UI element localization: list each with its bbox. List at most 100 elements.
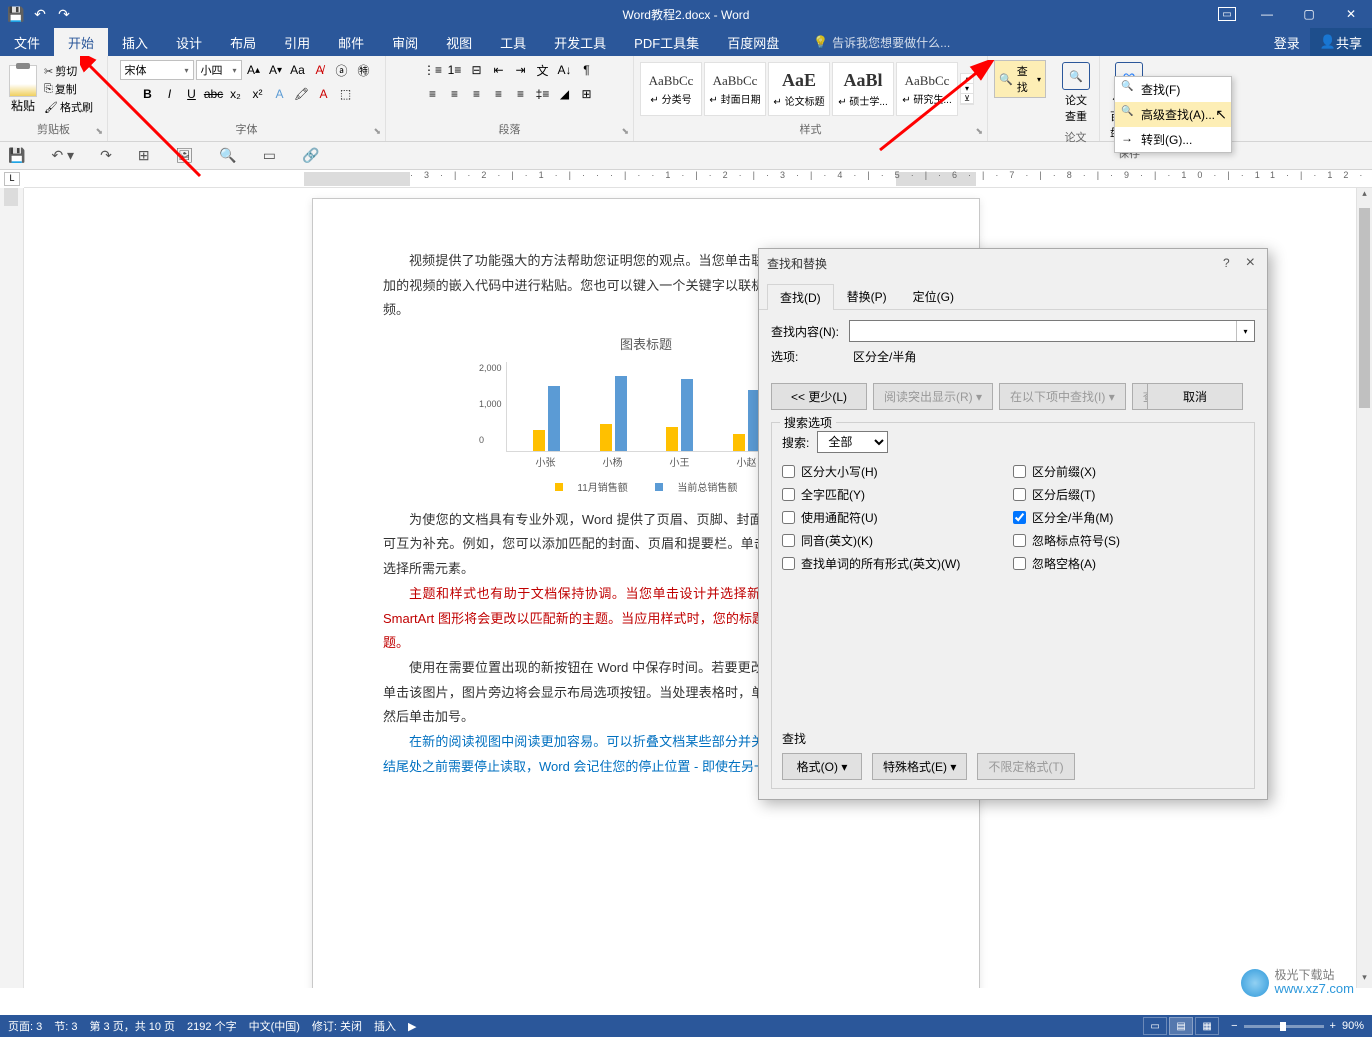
line-spacing-icon[interactable]: ‡≡ (533, 84, 553, 104)
tell-me-search[interactable]: 💡告诉我您想要做什么... (813, 28, 950, 56)
checkbox-sounds[interactable]: 同音(英文)(K) (782, 532, 1013, 549)
phonetic-icon[interactable]: ⓐ (332, 60, 352, 80)
scroll-thumb[interactable] (1359, 208, 1370, 408)
ruler-corner[interactable]: L (4, 172, 20, 186)
checkbox-prefix[interactable]: 区分前缀(X) (1013, 463, 1244, 480)
dialog-launcher-icon[interactable]: ⬊ (95, 126, 103, 137)
format-painter-button[interactable]: 🖌格式刷 (44, 99, 93, 115)
strike-icon[interactable]: abc (204, 84, 224, 104)
status-section[interactable]: 节: 3 (54, 1018, 77, 1034)
tab-file[interactable]: 文件 (0, 28, 54, 56)
pic-icon[interactable]: 🖼 (176, 147, 194, 164)
ruler-horizontal[interactable]: ·3·|·2·|·1·|···|··1·|·2·|·3·|·4·|·5·|·6·… (24, 170, 1372, 188)
tab-layout[interactable]: 布局 (216, 28, 270, 56)
multilevel-icon[interactable]: ⊟ (467, 60, 487, 80)
font-color-icon[interactable]: A (314, 84, 334, 104)
redo-icon[interactable]: ↷ (100, 147, 112, 164)
zoom-in-icon[interactable]: + (1330, 1020, 1336, 1032)
tab-tools[interactable]: 工具 (486, 28, 540, 56)
checkbox-whole[interactable]: 全字匹配(Y) (782, 486, 1013, 503)
tab-find[interactable]: 查找(D) (767, 284, 834, 310)
menu-goto[interactable]: 转到(G)... (1115, 127, 1231, 152)
align-right-icon[interactable]: ≡ (467, 84, 487, 104)
highlight-icon[interactable]: 🖍 (292, 84, 312, 104)
status-page[interactable]: 页面: 3 (8, 1018, 42, 1034)
text-effects-icon[interactable]: A (270, 84, 290, 104)
tab-goto[interactable]: 定位(G) (900, 283, 967, 309)
layout-icon[interactable]: ▭ (263, 147, 276, 164)
chart[interactable]: 图表标题 2,0001,0000 小张小杨小王小赵 11月销售额 当前总销售额 (506, 333, 786, 498)
text-direction-icon[interactable]: 文 (533, 60, 553, 80)
numbering-icon[interactable]: 1≡ (445, 60, 465, 80)
web-layout-icon[interactable]: ▦ (1195, 1017, 1219, 1035)
tab-pdf[interactable]: PDF工具集 (620, 28, 713, 56)
increase-indent-icon[interactable]: ⇥ (511, 60, 531, 80)
search-icon[interactable]: 🔍 (219, 147, 236, 164)
scroll-up-icon[interactable]: ▴ (1357, 188, 1372, 204)
dialog-titlebar[interactable]: 查找和替换 ? × (759, 249, 1267, 277)
tab-baidu[interactable]: 百度网盘 (713, 28, 793, 56)
save-icon[interactable]: 💾 (8, 6, 24, 22)
checkbox-space[interactable]: 忽略空格(A) (1013, 555, 1244, 572)
borders-icon[interactable]: ⊞ (577, 84, 597, 104)
style-item[interactable]: AaBbCc↵ 研究生... (896, 62, 958, 116)
dialog-launcher-icon[interactable]: ⬊ (975, 126, 983, 137)
align-center-icon[interactable]: ≡ (445, 84, 465, 104)
search-direction-select[interactable]: 全部 (817, 431, 888, 453)
justify-icon[interactable]: ≡ (489, 84, 509, 104)
copy-button[interactable]: ⎘复制 (44, 81, 93, 97)
status-track[interactable]: 修订: 关闭 (312, 1018, 362, 1034)
zoom-slider[interactable] (1244, 1025, 1324, 1028)
style-item[interactable]: AaE↵ 论文标题 (768, 62, 830, 116)
special-button[interactable]: 特殊格式(E) ▾ (872, 753, 967, 780)
char-border-icon[interactable]: ⬚ (336, 84, 356, 104)
redo-icon[interactable]: ↷ (56, 6, 72, 22)
format-button[interactable]: 格式(O) ▾ (782, 753, 862, 780)
paste-button[interactable]: 粘贴 (4, 61, 42, 118)
style-item[interactable]: AaBbCc↵ 封面日期 (704, 62, 766, 116)
decrease-indent-icon[interactable]: ⇤ (489, 60, 509, 80)
tab-home[interactable]: 开始 (54, 28, 108, 56)
checkbox-case[interactable]: 区分大小写(H) (782, 463, 1013, 480)
find-what-input[interactable]: ▾ (849, 320, 1255, 342)
checkbox-forms[interactable]: 查找单词的所有形式(英文)(W) (782, 555, 1013, 572)
status-macro-icon[interactable]: ▶ (408, 1020, 416, 1033)
clear-format-icon[interactable]: A̸ (310, 60, 330, 80)
thesis-check-button[interactable]: 🔍 论文 查重 (1056, 58, 1096, 128)
find-in-button[interactable]: 在以下项中查找(I) ▾ (999, 383, 1126, 410)
ribbon-display-icon[interactable]: ▭ (1218, 7, 1236, 21)
less-button[interactable]: << 更少(L) (771, 383, 867, 410)
highlight-button[interactable]: 阅读突出显示(R) ▾ (873, 383, 993, 410)
show-marks-icon[interactable]: ¶ (577, 60, 597, 80)
subscript-icon[interactable]: x₂ (226, 84, 246, 104)
vertical-scrollbar[interactable]: ▴ ▾ (1356, 188, 1372, 988)
dialog-launcher-icon[interactable]: ⬊ (621, 126, 629, 137)
close-icon[interactable]: × (1242, 254, 1259, 272)
bullets-icon[interactable]: ⋮≡ (423, 60, 443, 80)
styles-scroll[interactable]: ▴▾⊻ (960, 73, 974, 105)
undo-icon[interactable]: ↶ ▾ (51, 147, 74, 164)
font-name-combo[interactable]: 宋体▾ (120, 60, 194, 80)
minimize-icon[interactable]: — (1246, 0, 1288, 28)
print-layout-icon[interactable]: ▤ (1169, 1017, 1193, 1035)
checkbox-wildcard[interactable]: 使用通配符(U) (782, 509, 1013, 526)
share-button[interactable]: 👤 共享 (1310, 28, 1372, 56)
font-size-combo[interactable]: 小四▾ (196, 60, 242, 80)
shrink-font-icon[interactable]: A▾ (266, 60, 286, 80)
menu-advanced-find[interactable]: 高级查找(A)...↖ (1115, 102, 1231, 127)
save-icon[interactable]: 💾 (8, 147, 25, 164)
tab-insert[interactable]: 插入 (108, 28, 162, 56)
distribute-icon[interactable]: ≡ (511, 84, 531, 104)
cut-button[interactable]: ✂剪切 (44, 63, 93, 79)
shading-icon[interactable]: ◢ (555, 84, 575, 104)
tab-view[interactable]: 视图 (432, 28, 486, 56)
italic-icon[interactable]: I (160, 84, 180, 104)
grow-font-icon[interactable]: A▴ (244, 60, 264, 80)
login-button[interactable]: 登录 (1264, 28, 1310, 56)
checkbox-punct[interactable]: 忽略标点符号(S) (1013, 532, 1244, 549)
scroll-down-icon[interactable]: ▾ (1357, 972, 1372, 988)
menu-find[interactable]: 查找(F) (1115, 77, 1231, 102)
link-icon[interactable]: 🔗 (302, 147, 319, 164)
find-button[interactable]: 🔍查找▾ (994, 60, 1046, 98)
maximize-icon[interactable]: ▢ (1288, 0, 1330, 28)
